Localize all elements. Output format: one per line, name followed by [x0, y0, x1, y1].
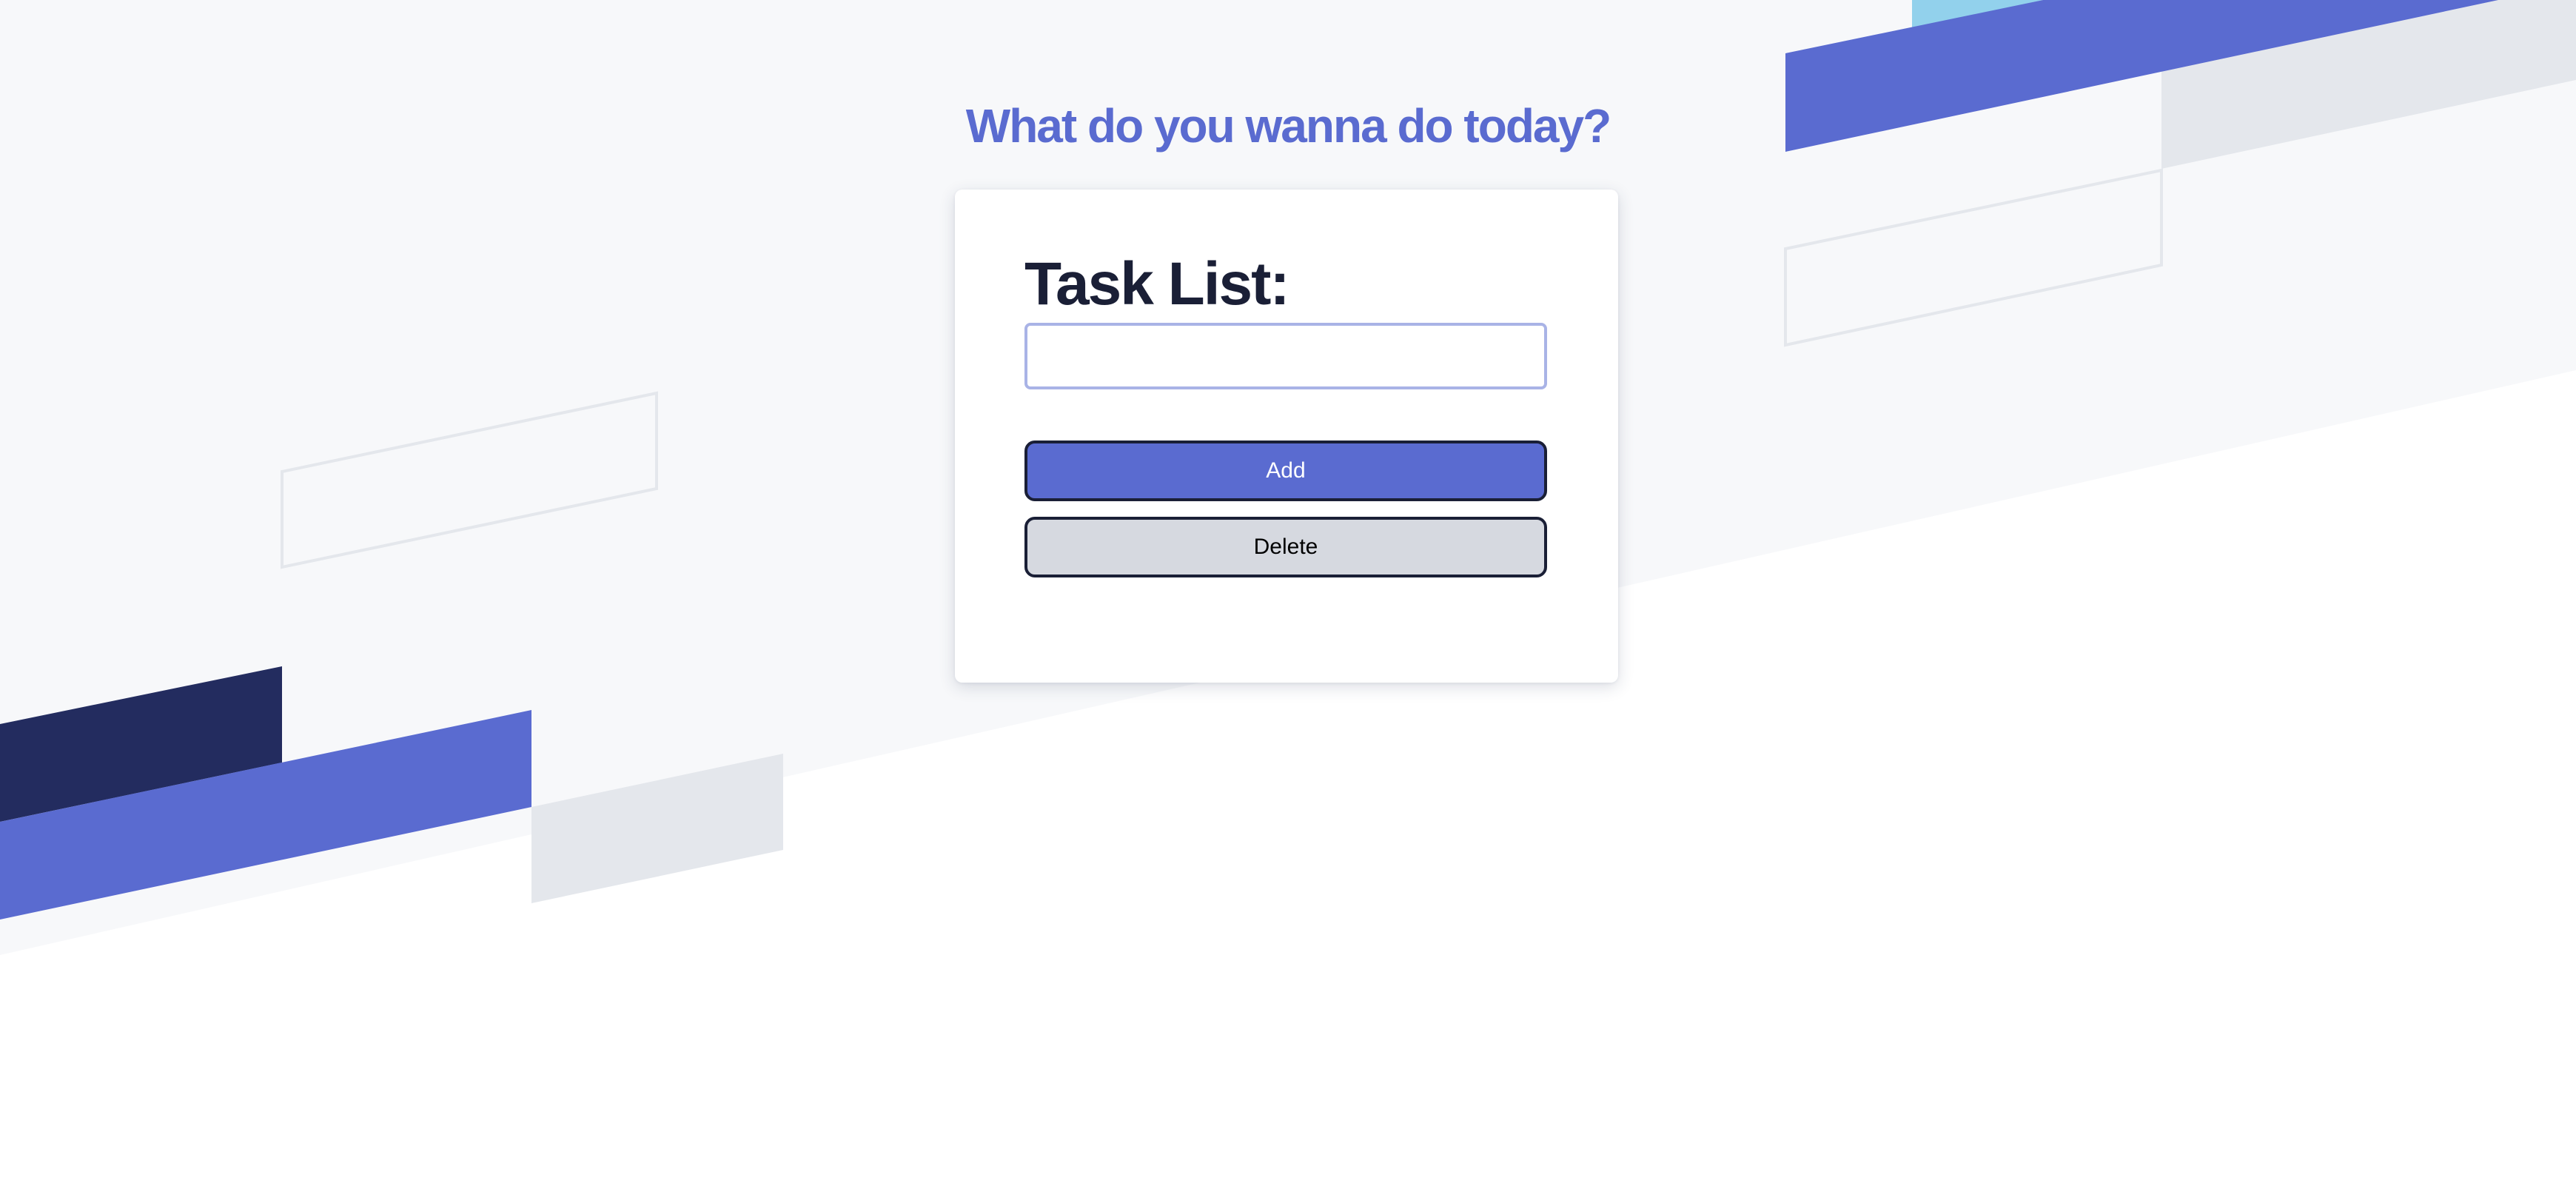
task-list-card: Task List: Add Delete [955, 190, 1618, 683]
task-list-title: Task List: [1024, 250, 1290, 318]
delete-button[interactable]: Delete [1024, 517, 1547, 577]
page: What do you wanna do today? Task List: A… [0, 0, 2576, 1189]
page-headline: What do you wanna do today? [965, 99, 1611, 153]
add-button[interactable]: Add [1024, 441, 1547, 501]
task-input[interactable] [1024, 323, 1547, 389]
